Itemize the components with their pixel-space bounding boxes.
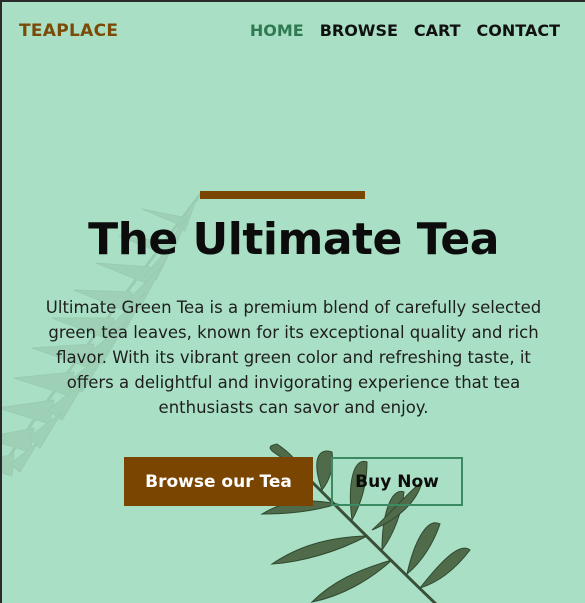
browse-tea-button[interactable]: Browse our Tea xyxy=(124,457,313,506)
nav-link-browse[interactable]: BROWSE xyxy=(320,21,398,40)
hero-title: The Ultimate Tea xyxy=(88,214,499,265)
buy-now-button[interactable]: Buy Now xyxy=(331,457,463,506)
nav-link-contact[interactable]: CONTACT xyxy=(477,21,560,40)
hero-description: Ultimate Green Tea is a premium blend of… xyxy=(45,298,542,417)
nav-link-home[interactable]: HOME xyxy=(250,21,304,40)
title-accent-bar xyxy=(200,191,365,199)
nav-link-cart[interactable]: CART xyxy=(414,21,461,40)
brand-logo[interactable]: TEAPLACE xyxy=(19,21,118,41)
nav-links: HOME BROWSE CART CONTACT xyxy=(250,21,560,40)
page: TEAPLACE HOME BROWSE CART CONTACT The Ul… xyxy=(2,2,585,603)
top-navigation: TEAPLACE HOME BROWSE CART CONTACT xyxy=(2,2,585,60)
